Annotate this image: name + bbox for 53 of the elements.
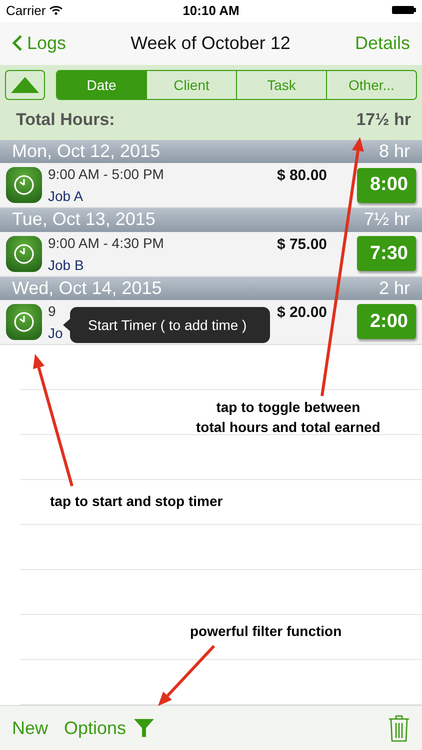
amount: $ 20.00 [276,304,327,321]
timer-button[interactable] [6,304,42,340]
timer-button[interactable] [6,167,42,204]
arrow [158,644,216,706]
amount: $ 80.00 [276,167,327,184]
back-link[interactable]: Logs [12,32,66,54]
day-hours: 7½ hr [364,209,410,230]
triangle-up-icon [11,76,39,93]
filter-button[interactable] [134,719,154,737]
battery-icon [392,5,416,16]
duration-button[interactable]: 7:30 [357,236,416,271]
wifi-icon [49,5,64,16]
clock-icon [13,242,35,264]
segment-tab[interactable]: Date [57,70,146,99]
time-range: 9:00 AM - 5:00 PM [48,166,164,182]
day-date: Tue, Oct 13, 2015 [12,209,156,230]
clock-icon [13,174,35,196]
segment-tab[interactable]: Client [146,70,236,99]
day-hours: 8 hr [378,140,410,162]
total-value[interactable]: 17½ hr [356,110,411,130]
carrier-label: Carrier [6,3,46,18]
nav-title: Week of October 12 [130,32,292,54]
details-link[interactable]: Details [354,32,410,54]
new-button[interactable]: New [12,718,48,738]
job-name: Job A [48,188,84,204]
chevron-left-icon [12,34,23,52]
options-button[interactable]: Options [64,718,126,738]
amount: $ 75.00 [276,236,327,252]
collapse-button[interactable] [5,70,45,100]
trash-icon [388,714,410,742]
job-name: Jo [48,324,63,341]
job-name: Job B [48,256,84,272]
segment-tab[interactable]: Task [236,70,326,99]
clock-icon [13,310,35,333]
time-range: 9 [48,302,56,319]
segment-tab[interactable]: Other... [326,70,416,99]
tooltip-text: Start Timer ( to add time ) [88,317,247,333]
total-label: Total Hours: [16,110,115,130]
duration-button[interactable]: 8:00 [357,168,416,203]
day-date: Mon, Oct 12, 2015 [12,140,160,162]
timer-button[interactable] [6,236,42,272]
day-hours: 2 hr [378,278,410,299]
annotation-text: powerful filter function [190,622,342,641]
log-entry[interactable]: 9:00 AM - 5:00 PM Job A $ 80.00 8:00 [0,163,422,208]
filter-icon [134,719,154,737]
day-date: Wed, Oct 14, 2015 [12,278,162,299]
time-range: 9:00 AM - 4:30 PM [48,234,164,250]
clock-time: 10:10 AM [182,3,240,18]
annotation-text: tap to toggle between total hours and total earned [196,398,380,437]
annotation-text: tap to start and stop timer [50,492,223,511]
log-entry[interactable]: 9:00 AM - 4:30 PM Job B $ 75.00 7:30 [0,232,422,277]
duration-button[interactable]: 2:00 [357,304,416,340]
trash-button[interactable] [388,714,410,742]
